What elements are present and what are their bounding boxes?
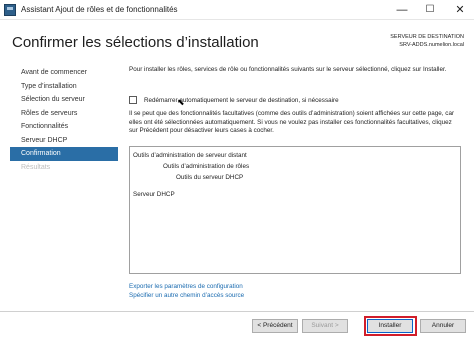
nav-item-server-selection[interactable]: Sélection du serveur bbox=[10, 93, 118, 107]
list-item: Outils d’administration de serveur dista… bbox=[133, 152, 247, 159]
minimize-button[interactable]: — bbox=[388, 0, 416, 20]
footer-divider bbox=[0, 311, 474, 312]
restart-checkbox-label[interactable]: Redémarrer automatiquement le serveur de… bbox=[144, 96, 339, 105]
install-highlight-box bbox=[364, 316, 417, 336]
destination-server-name: SRV-ADDS.numelion.local bbox=[399, 42, 464, 48]
selected-features-list[interactable]: Outils d’administration de serveur dista… bbox=[129, 146, 461, 274]
title-bar: Assistant Ajout de rôles et de fonctionn… bbox=[0, 0, 474, 20]
restart-option[interactable]: Redémarrer automatiquement le serveur de… bbox=[129, 95, 339, 105]
nav-item-results: Résultats bbox=[21, 163, 51, 171]
server-manager-icon bbox=[4, 4, 16, 16]
nav-item-before-you-begin[interactable]: Avant de commencer bbox=[10, 66, 118, 80]
list-item: Serveur DHCP bbox=[133, 191, 175, 198]
restart-checkbox[interactable] bbox=[129, 96, 137, 104]
nav-item-installation-type[interactable]: Type d’installation bbox=[10, 80, 118, 94]
close-button[interactable]: ✕ bbox=[446, 0, 474, 20]
destination-server-label: SERVEUR DE DESTINATION bbox=[390, 34, 464, 40]
maximize-button[interactable]: ☐ bbox=[416, 0, 444, 20]
alternate-source-link[interactable]: Spécifier un autre chemin d’accès source bbox=[129, 292, 244, 300]
wizard-header: Confirmer les sélections d’installation … bbox=[0, 20, 474, 62]
cancel-button[interactable]: Annuler bbox=[420, 319, 466, 333]
previous-button[interactable]: < Précédent bbox=[252, 319, 298, 333]
intro-text: Pour installer les rôles, services de rô… bbox=[129, 66, 447, 73]
nav-item-server-roles[interactable]: Rôles de serveurs bbox=[10, 107, 118, 121]
mouse-cursor-icon: ⬉ bbox=[177, 97, 185, 107]
list-item: Outils du serveur DHCP bbox=[176, 174, 244, 181]
optional-features-note: Il se peut que des fonctionnalités facul… bbox=[129, 110, 455, 134]
nav-item-dhcp-server[interactable]: Serveur DHCP bbox=[10, 134, 118, 148]
list-item: Outils d’administration de rôles bbox=[163, 163, 250, 170]
wizard-nav: Avant de commencer Type d’installation S… bbox=[10, 66, 118, 174]
next-button: Suivant > bbox=[302, 319, 348, 333]
confirmation-content: Pour installer les rôles, services de rô… bbox=[129, 66, 463, 134]
nav-item-confirmation[interactable]: Confirmation bbox=[10, 147, 118, 161]
nav-item-features[interactable]: Fonctionnalités bbox=[10, 120, 118, 134]
export-configuration-link[interactable]: Exporter les paramètres de configuration bbox=[129, 283, 243, 291]
page-title: Confirmer les sélections d’installation bbox=[12, 34, 259, 51]
window-title: Assistant Ajout de rôles et de fonctionn… bbox=[21, 5, 178, 14]
